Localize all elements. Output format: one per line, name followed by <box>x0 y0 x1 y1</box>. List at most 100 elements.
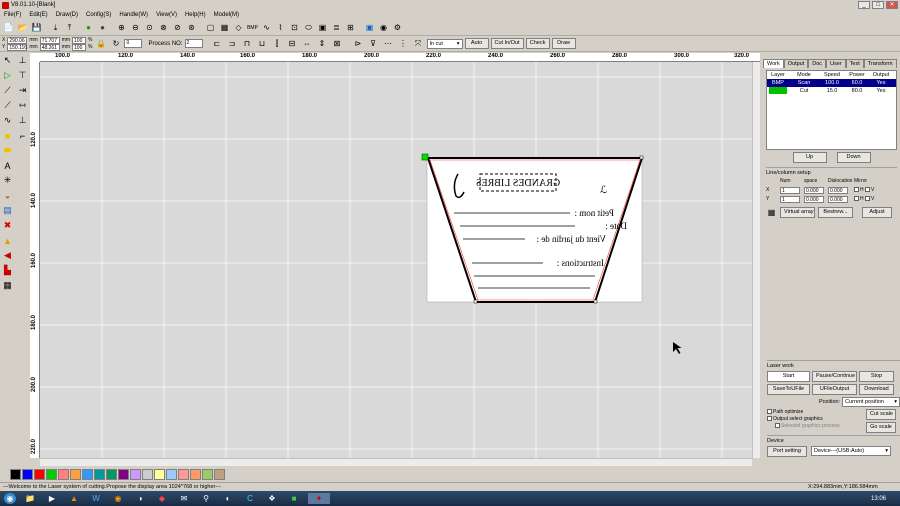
palette-swatch[interactable] <box>58 468 69 480</box>
palette-swatch[interactable] <box>94 468 105 480</box>
menu-handle[interactable]: Handle(W) <box>115 12 152 18</box>
path-optimize-checkbox[interactable] <box>767 409 772 415</box>
save-to-ufile-button[interactable]: SaveToUFile <box>767 384 810 395</box>
menu-file[interactable]: File(F) <box>0 12 25 18</box>
origin-handle[interactable] <box>421 153 429 161</box>
palette-swatch[interactable] <box>22 468 33 480</box>
auto-button[interactable]: Auto <box>464 38 489 49</box>
tab-work[interactable]: Work <box>763 59 784 68</box>
cut-mode-select[interactable]: In cut ▾ <box>426 38 463 49</box>
array-icon[interactable]: ▤ <box>0 203 15 218</box>
tab-test[interactable]: Test <box>845 59 864 68</box>
layer-row[interactable]: BMP Scan 100.0 60.0 Yes <box>767 79 896 87</box>
monitor-icon[interactable]: ▣ <box>363 21 376 34</box>
menu-model[interactable]: Model(M) <box>210 12 243 18</box>
menu-help[interactable]: Help(H) <box>181 12 210 18</box>
up-button[interactable]: Up <box>792 152 827 163</box>
palette-swatch[interactable] <box>166 468 177 480</box>
position-icon[interactable]: ◀ <box>0 248 15 263</box>
curve-tool-icon[interactable]: ∿ <box>0 113 15 128</box>
matrix-icon[interactable]: ▦ <box>0 278 15 293</box>
hflip-icon[interactable]: ⇥ <box>15 83 30 98</box>
curve-icon[interactable]: ∿ <box>260 21 273 34</box>
y-space-field[interactable]: 0.000 <box>804 196 824 203</box>
x-mirror-h-checkbox[interactable] <box>854 187 859 193</box>
bitmap-icon[interactable]: BMP <box>246 21 259 34</box>
app-icon-6[interactable]: ❖ <box>264 493 280 504</box>
firefox-icon[interactable]: ◉ <box>110 493 126 504</box>
horizontal-scrollbar[interactable] <box>40 458 752 466</box>
open-folder-icon[interactable]: 📂 <box>16 21 29 34</box>
cut-order-icon[interactable]: ⤧ <box>412 37 425 50</box>
palette-swatch[interactable] <box>10 468 21 480</box>
layer-row[interactable]: Cut 15.0 80.0 Yes <box>767 87 896 95</box>
close-path-icon[interactable]: ⊡ <box>288 21 301 34</box>
warning-icon[interactable]: ▲ <box>0 233 15 248</box>
palette-swatch[interactable] <box>46 468 57 480</box>
compute-icon[interactable]: ▣ <box>316 21 329 34</box>
vlc-icon[interactable]: ▲ <box>66 493 82 504</box>
palette-swatch[interactable] <box>154 468 165 480</box>
node-handle[interactable] <box>639 155 644 160</box>
dist-h-icon[interactable]: ⋯ <box>382 37 395 50</box>
play-icon[interactable]: ● <box>82 21 95 34</box>
align-top-icon[interactable]: ⊓ <box>241 37 254 50</box>
y-mirror-v-checkbox[interactable] <box>865 196 871 202</box>
align-hcenter-icon[interactable]: ⫿ <box>271 37 284 50</box>
app-icon-7[interactable]: ■ <box>286 493 302 504</box>
x-space-field[interactable]: 0.000 <box>804 187 824 194</box>
export-icon[interactable]: ⤒ <box>63 21 76 34</box>
node-select-icon[interactable]: ▷ <box>0 68 15 83</box>
stop-icon[interactable]: ● <box>96 21 109 34</box>
height-field[interactable]: 48.261 <box>39 43 60 51</box>
grid-icon[interactable]: ▦ <box>218 21 231 34</box>
selected-graphics-checkbox[interactable] <box>775 423 780 429</box>
stop-button[interactable]: Stop <box>859 371 894 382</box>
mirror-h-icon[interactable]: ⊳ <box>352 37 365 50</box>
rectangle-icon[interactable]: ■ <box>0 128 15 143</box>
save-icon[interactable]: 💾 <box>30 21 43 34</box>
app-icon-3[interactable]: ✉ <box>176 493 192 504</box>
x-num-field[interactable]: 1 <box>780 187 800 194</box>
property-icon[interactable]: ⊞ <box>344 21 357 34</box>
height-pct-field[interactable]: 100 <box>72 43 87 51</box>
zoom-select-icon[interactable]: ⊘ <box>171 21 184 34</box>
zoom-page-icon[interactable]: ⊗ <box>157 21 170 34</box>
palette-swatch[interactable] <box>142 468 153 480</box>
app-icon-1[interactable]: ◑ <box>132 493 148 504</box>
mirror-v-icon[interactable]: ⊽ <box>367 37 380 50</box>
palette-swatch[interactable] <box>202 468 213 480</box>
start-orb-icon[interactable]: ◉ <box>4 493 16 504</box>
vertical-scrollbar[interactable] <box>752 62 760 458</box>
select-arrow-icon[interactable]: ↖ <box>0 53 15 68</box>
explorer-icon[interactable]: 📁 <box>22 493 38 504</box>
media-icon[interactable]: ▶ <box>44 493 60 504</box>
palette-swatch[interactable] <box>214 468 225 480</box>
drawing-canvas[interactable]: GRANDES LIBRES ℒ Petit nom : Date : Vien… <box>40 62 752 458</box>
palette-swatch[interactable] <box>34 468 45 480</box>
align-left-icon[interactable]: ⊏ <box>211 37 224 50</box>
go-scale-button[interactable]: Go scale <box>866 422 896 433</box>
output-icon[interactable]: ◒ <box>0 188 15 203</box>
ellipse-icon[interactable]: ⬬ <box>0 143 15 158</box>
settings-icon[interactable]: ⚙ <box>391 21 404 34</box>
align-bottom-icon[interactable]: ⊔ <box>256 37 269 50</box>
palette-swatch[interactable] <box>118 468 129 480</box>
process-no-field[interactable]: 2 <box>184 39 203 48</box>
dist-v-icon[interactable]: ⋮ <box>397 37 410 50</box>
adjust-button[interactable]: Adjust <box>862 207 892 218</box>
same-height-icon[interactable]: ⇕ <box>316 37 329 50</box>
minimize-button[interactable]: _ <box>858 1 870 9</box>
angle-field[interactable]: 0 <box>124 39 143 48</box>
camera-icon[interactable]: ◉ <box>377 21 390 34</box>
lock-ratio-icon[interactable]: 🔒 <box>94 37 107 50</box>
down-button[interactable]: Down <box>836 152 871 163</box>
rounded-icon[interactable]: ⬭ <box>302 21 315 34</box>
text-tool-icon[interactable]: A <box>0 158 15 173</box>
corner-icon[interactable]: ⌐ <box>15 128 30 143</box>
palette-swatch[interactable] <box>106 468 117 480</box>
y-disloc-field[interactable]: 0.000 <box>828 196 848 203</box>
array-grid-icon[interactable]: ▦ <box>766 207 777 218</box>
node-edit-icon[interactable]: ◇ <box>232 21 245 34</box>
tab-doc[interactable]: Doc <box>808 59 827 68</box>
